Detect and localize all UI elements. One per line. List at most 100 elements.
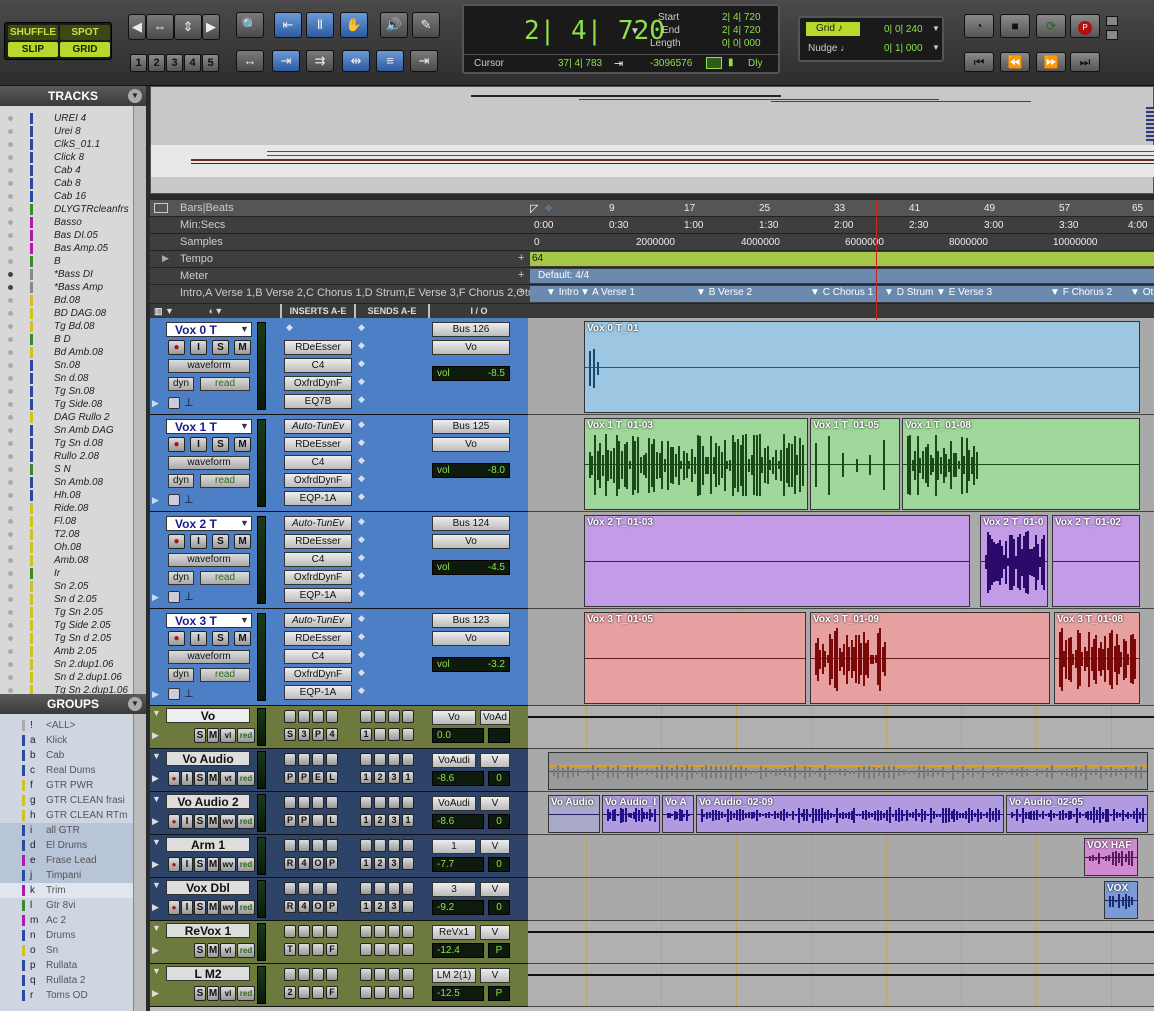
- insert-slot[interactable]: 2: [284, 986, 296, 999]
- send-slot[interactable]: [374, 882, 386, 895]
- grid-mode-button[interactable]: GRID: [60, 42, 110, 57]
- track-list-item[interactable]: Cab 4: [0, 164, 133, 177]
- track-show-icon[interactable]: [8, 623, 13, 628]
- tracks-menu-icon[interactable]: ▼: [128, 89, 142, 103]
- insert-slot[interactable]: [284, 925, 296, 938]
- record-enable-button[interactable]: ●: [168, 771, 180, 786]
- send-slot[interactable]: [374, 710, 386, 723]
- track-name-plate[interactable]: L M2: [166, 966, 250, 981]
- input-monitor-button[interactable]: I: [190, 340, 207, 355]
- insert-slot[interactable]: [284, 753, 296, 766]
- add-marker-icon[interactable]: +: [518, 286, 524, 298]
- track-show-icon[interactable]: [8, 519, 13, 524]
- output-selector[interactable]: Bus 126: [432, 322, 510, 337]
- send-slot[interactable]: [402, 728, 414, 741]
- send-empty-slot-icon[interactable]: ◆: [358, 649, 365, 660]
- send-slot[interactable]: 2: [374, 771, 386, 784]
- track-show-icon[interactable]: [8, 259, 13, 264]
- input-monitor-button[interactable]: I: [181, 771, 193, 786]
- group-list-item[interactable]: c Real Dums: [0, 763, 133, 778]
- fast-forward-icon[interactable]: ⏩: [1036, 52, 1066, 72]
- volume-value[interactable]: -7.7: [432, 857, 484, 872]
- send-slot[interactable]: 1: [402, 771, 414, 784]
- track-view-selector[interactable]: waveform: [168, 650, 250, 664]
- track-view-selector[interactable]: wv: [220, 814, 236, 829]
- send-slot[interactable]: 3: [388, 814, 400, 827]
- track-timebase-icon[interactable]: [168, 494, 180, 506]
- track-show-icon[interactable]: [8, 428, 13, 433]
- dly-label[interactable]: Dly: [748, 58, 762, 69]
- insert-slot[interactable]: R: [284, 857, 296, 870]
- track-collapse-icon[interactable]: ▼: [152, 751, 161, 761]
- send-slot[interactable]: [402, 968, 414, 981]
- track-playlist-small[interactable]: [528, 706, 1154, 749]
- zoom-out-button[interactable]: ◀: [128, 14, 146, 40]
- output-selector[interactable]: ReVx1: [432, 925, 476, 940]
- insert-slot[interactable]: F: [326, 943, 338, 956]
- track-show-icon[interactable]: [8, 558, 13, 563]
- meter-ruler[interactable]: Meter + Default: 4/4: [150, 268, 1154, 285]
- send-slot[interactable]: [388, 943, 400, 956]
- send-slot[interactable]: 3: [388, 857, 400, 870]
- input-monitor-button[interactable]: I: [190, 631, 207, 646]
- add-meter-icon[interactable]: +: [518, 269, 524, 281]
- grid-button[interactable]: Grid ♪: [806, 22, 860, 36]
- track-expand-icon[interactable]: ▶: [152, 730, 159, 741]
- track-show-icon[interactable]: [8, 584, 13, 589]
- ruler-view-icon[interactable]: [154, 203, 168, 213]
- insert-slot[interactable]: P: [326, 900, 338, 913]
- track-show-icon[interactable]: [8, 181, 13, 186]
- input-selector[interactable]: VoAd: [480, 710, 510, 725]
- audio-region[interactable]: VOX HAF: [1084, 838, 1138, 876]
- dyn-button[interactable]: dyn: [168, 377, 194, 391]
- track-name-plate[interactable]: Vo: [166, 708, 250, 723]
- track-height-icon[interactable]: ⊥: [184, 396, 194, 409]
- group-list-item[interactable]: d El Drums: [0, 838, 133, 853]
- record-enable-button[interactable]: ●: [168, 631, 185, 646]
- track-show-icon[interactable]: [8, 389, 13, 394]
- send-slot[interactable]: [388, 796, 400, 809]
- track-view-selector[interactable]: vt: [220, 771, 236, 786]
- track-show-icon[interactable]: [8, 493, 13, 498]
- send-slot[interactable]: [374, 943, 386, 956]
- track-expand-icon[interactable]: ▶: [152, 988, 159, 999]
- send-slot[interactable]: [360, 796, 372, 809]
- input-monitor-button[interactable]: I: [181, 900, 193, 915]
- track-expand-icon[interactable]: ▶: [152, 816, 159, 827]
- send-empty-slot-icon[interactable]: ◆: [358, 588, 365, 599]
- insert-slot[interactable]: [312, 753, 324, 766]
- track-list-item[interactable]: BD DAG.08: [0, 307, 133, 320]
- send-slot[interactable]: [360, 882, 372, 895]
- track-list-item[interactable]: *Bass Amp: [0, 281, 133, 294]
- collapse-toggle-icon[interactable]: [1106, 30, 1118, 40]
- track-expand-icon[interactable]: ▶: [152, 689, 159, 700]
- track-show-icon[interactable]: [8, 415, 13, 420]
- insert-slot[interactable]: [284, 796, 296, 809]
- track-name-plate[interactable]: ReVox 1: [166, 923, 250, 938]
- dyn-button[interactable]: dyn: [168, 474, 194, 488]
- send-slot[interactable]: [402, 857, 414, 870]
- pan-value[interactable]: [488, 728, 510, 743]
- insert-slot[interactable]: [326, 710, 338, 723]
- send-slot[interactable]: [374, 728, 386, 741]
- mirror-edit-icon[interactable]: ⇉: [306, 50, 334, 72]
- zoom-preset-2[interactable]: 2: [148, 54, 165, 72]
- insert-slot[interactable]: [326, 968, 338, 981]
- send-empty-slot-icon[interactable]: ◆: [358, 376, 365, 387]
- input-selector[interactable]: Vo: [432, 534, 510, 549]
- track-view-selector[interactable]: vl: [220, 943, 236, 958]
- solo-button[interactable]: S: [212, 631, 229, 646]
- insert-slot[interactable]: [326, 796, 338, 809]
- send-slot[interactable]: [402, 753, 414, 766]
- track-show-icon[interactable]: [8, 337, 13, 342]
- insert-slot[interactable]: [298, 943, 310, 956]
- automation-mode-selector[interactable]: red: [237, 857, 255, 872]
- insert-slot[interactable]: 3: [298, 728, 310, 741]
- track-list-item[interactable]: S N: [0, 463, 133, 476]
- input-selector[interactable]: V: [480, 839, 510, 854]
- insert-slot[interactable]: [326, 925, 338, 938]
- track-expand-icon[interactable]: ▶: [152, 945, 159, 956]
- send-empty-slot-icon[interactable]: ◆: [358, 491, 365, 502]
- insert-slot[interactable]: O: [312, 900, 324, 913]
- zoom-preset-1[interactable]: 1: [130, 54, 147, 72]
